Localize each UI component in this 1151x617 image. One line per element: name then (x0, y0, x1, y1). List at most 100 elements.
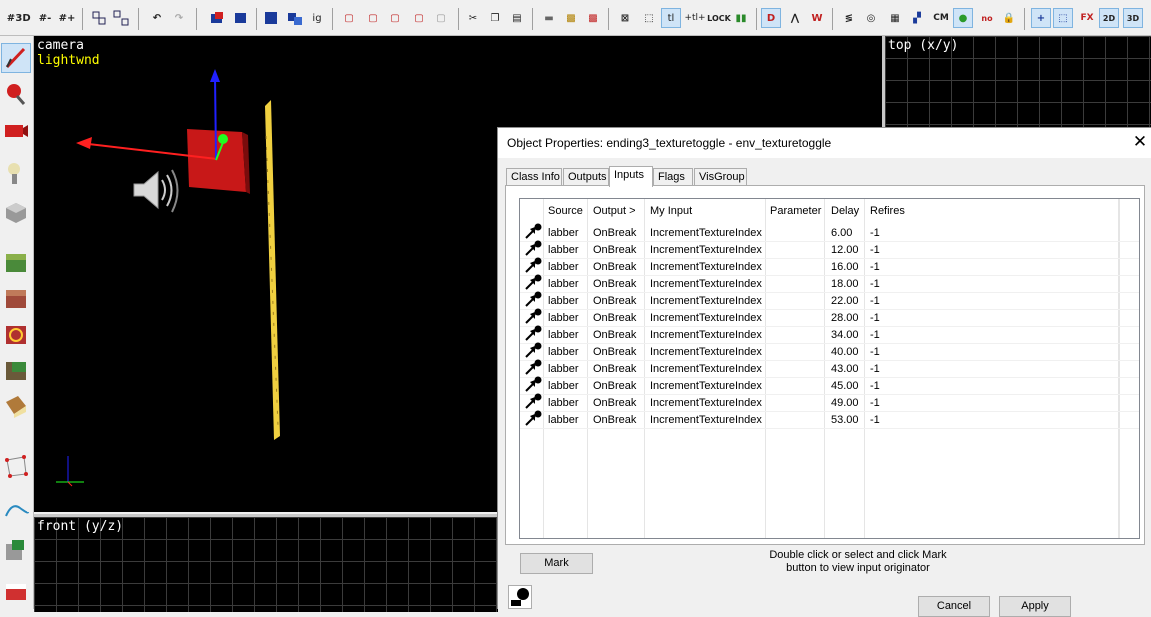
ungroup-icon[interactable] (112, 9, 130, 27)
texture-skew-icon[interactable]: ▢ (410, 9, 428, 27)
vertex-tool-icon[interactable] (2, 452, 30, 480)
camera-view-label[interactable]: camera (37, 38, 84, 53)
close-icon[interactable]: ✕ (1131, 133, 1149, 151)
sprite-tool-icon[interactable] (2, 576, 30, 604)
select-box-icon[interactable]: ⬚ (1053, 8, 1073, 28)
entity-connection-icon[interactable] (508, 585, 532, 609)
header-delay[interactable]: Delay (831, 205, 859, 217)
decal-tool-icon[interactable] (2, 320, 30, 348)
undo-icon[interactable]: ↶ (148, 9, 166, 27)
header-source[interactable]: Source (548, 205, 583, 217)
apply-button[interactable]: Apply (999, 596, 1071, 617)
run-map-icon[interactable]: W (808, 9, 826, 27)
header-my-input[interactable]: My Input (650, 205, 692, 217)
cut-icon[interactable]: ✂ (464, 9, 482, 27)
header-parameter[interactable]: Parameter (770, 205, 821, 217)
entity-tool-icon[interactable] (2, 160, 30, 188)
header-output[interactable]: Output > (593, 205, 636, 217)
cordon-icon[interactable]: ≶ (840, 9, 858, 27)
texture-tool-icon[interactable] (2, 248, 30, 276)
path-tool-icon[interactable] (2, 498, 30, 526)
selection-icon[interactable]: ⊠ (616, 9, 634, 27)
hatch-red-icon[interactable]: ▩ (584, 9, 602, 27)
apply-texture-tool-icon[interactable] (2, 284, 30, 312)
cancel-button[interactable]: Cancel (918, 596, 990, 617)
carve-icon[interactable] (208, 9, 226, 27)
toolbar-separator (332, 8, 333, 30)
ignore-groups-icon[interactable]: ig (308, 9, 326, 27)
cm-icon[interactable]: CM (932, 9, 950, 27)
clip-icon[interactable] (232, 9, 250, 27)
top-viewport[interactable]: top (x/y) (882, 36, 1151, 128)
hatch-icon[interactable]: ▩ (562, 9, 580, 27)
table-row[interactable]: labber OnBreak IncrementTextureIndex 6.00 -1 (520, 223, 1139, 242)
dialog-titlebar[interactable]: Object Properties: ending3_texturetoggle… (498, 128, 1151, 158)
table-row[interactable]: labber OnBreak IncrementTextureIndex 16.00-… (520, 257, 1139, 276)
solid-icon[interactable]: ▬ (540, 9, 558, 27)
map-check-icon[interactable]: ▞ (908, 9, 926, 27)
row-my-input: IncrementTextureIndex (650, 346, 762, 358)
hide-icon[interactable] (262, 9, 280, 27)
row-refires: -1 (870, 363, 880, 375)
table-row[interactable]: labber OnBreak IncrementTextureIndex 40.00-… (520, 342, 1139, 361)
table-row[interactable]: labber OnBreak IncrementTextureIndex 12.00-… (520, 240, 1139, 259)
leaf-icon[interactable]: ● (953, 8, 973, 28)
cordon-tool-icon[interactable] (2, 536, 30, 564)
tab-inputs[interactable]: Inputs (609, 166, 653, 187)
group-icon[interactable] (90, 9, 108, 27)
camera-tool-icon[interactable] (2, 116, 30, 144)
lock-texture-icon[interactable]: 🔒 (1000, 9, 1018, 27)
texture-lock-icon[interactable]: ▢ (340, 9, 358, 27)
table-row[interactable]: labber OnBreak IncrementTextureIndex 49.00-… (520, 393, 1139, 412)
zoom-selection-icon[interactable]: ⬚ (640, 9, 658, 27)
mark-button[interactable]: Mark (520, 553, 593, 574)
select-vertex-icon[interactable]: + (1031, 8, 1051, 28)
copy-icon[interactable]: ❐ (486, 9, 504, 27)
fx-icon[interactable]: FX (1078, 9, 1096, 27)
texture-lock-rotate-icon[interactable]: ▢ (386, 9, 404, 27)
toggle-texture-lock-icon[interactable]: +tl+ (684, 9, 705, 27)
3d-grid-icon[interactable]: 3D (14, 9, 32, 27)
table-row[interactable]: labber OnBreak IncrementTextureIndex 34.00-… (520, 325, 1139, 344)
entity-report-icon[interactable]: ▦ (886, 9, 904, 27)
3d-icon[interactable]: 3D (1123, 8, 1143, 28)
row-source: labber (548, 380, 579, 392)
table-row[interactable]: labber OnBreak IncrementTextureIndex 18.00-… (520, 274, 1139, 293)
redo-icon[interactable]: ↷ (170, 9, 188, 27)
table-row[interactable]: labber OnBreak IncrementTextureIndex 53.00-… (520, 409, 1139, 429)
lock-icon[interactable]: LOCK (707, 9, 731, 27)
texture-lock-scale-icon[interactable]: ▢ (364, 9, 382, 27)
2d-icon[interactable]: 2D (1099, 8, 1119, 28)
row-source: labber (548, 261, 579, 273)
texture-disabled-icon[interactable]: ▢ (432, 9, 450, 27)
overlay-tool-icon[interactable] (2, 356, 30, 384)
toggle-texture-icon[interactable]: tl (661, 8, 681, 28)
block-tool-icon[interactable] (2, 196, 30, 224)
connection-arrow-icon (524, 409, 542, 427)
tab-flags[interactable]: Flags (653, 168, 693, 186)
top-view-label[interactable]: top (x/y) (888, 38, 958, 53)
vertex-icon[interactable]: D (761, 8, 781, 28)
tab-outputs[interactable]: Outputs (563, 168, 609, 186)
magnify-tool-icon[interactable] (2, 80, 30, 108)
nodraw-icon[interactable]: no (978, 9, 996, 27)
smaller-grid-icon[interactable]: #- (36, 9, 54, 27)
front-view-label[interactable]: front (y/z) (37, 519, 123, 534)
table-row[interactable]: labber OnBreak IncrementTextureIndex 22.00-… (520, 291, 1139, 310)
paste-icon[interactable]: ▤ (508, 9, 526, 27)
front-viewport[interactable]: front (y/z) (34, 514, 498, 612)
selection-tool-icon[interactable] (1, 43, 31, 73)
header-refires[interactable]: Refires (870, 205, 905, 217)
snap-icon[interactable]: ⋀ (786, 9, 804, 27)
bars-icon[interactable]: ▮▮ (732, 9, 750, 27)
show-icon[interactable] (286, 9, 304, 27)
larger-grid-icon[interactable]: #+ (58, 9, 76, 27)
table-row[interactable]: labber OnBreak IncrementTextureIndex 43.00-… (520, 359, 1139, 378)
table-row[interactable]: labber OnBreak IncrementTextureIndex 28.00-… (520, 308, 1139, 327)
table-row[interactable]: labber OnBreak IncrementTextureIndex 45.00-… (520, 376, 1139, 395)
clipping-tool-icon[interactable] (2, 392, 30, 420)
inputs-list[interactable]: Source Output > My Input Parameter Delay… (519, 198, 1140, 539)
tab-class-info[interactable]: Class Info (506, 168, 562, 186)
compile-icon[interactable]: ◎ (862, 9, 880, 27)
tab-visgroup[interactable]: VisGroup (694, 168, 747, 186)
